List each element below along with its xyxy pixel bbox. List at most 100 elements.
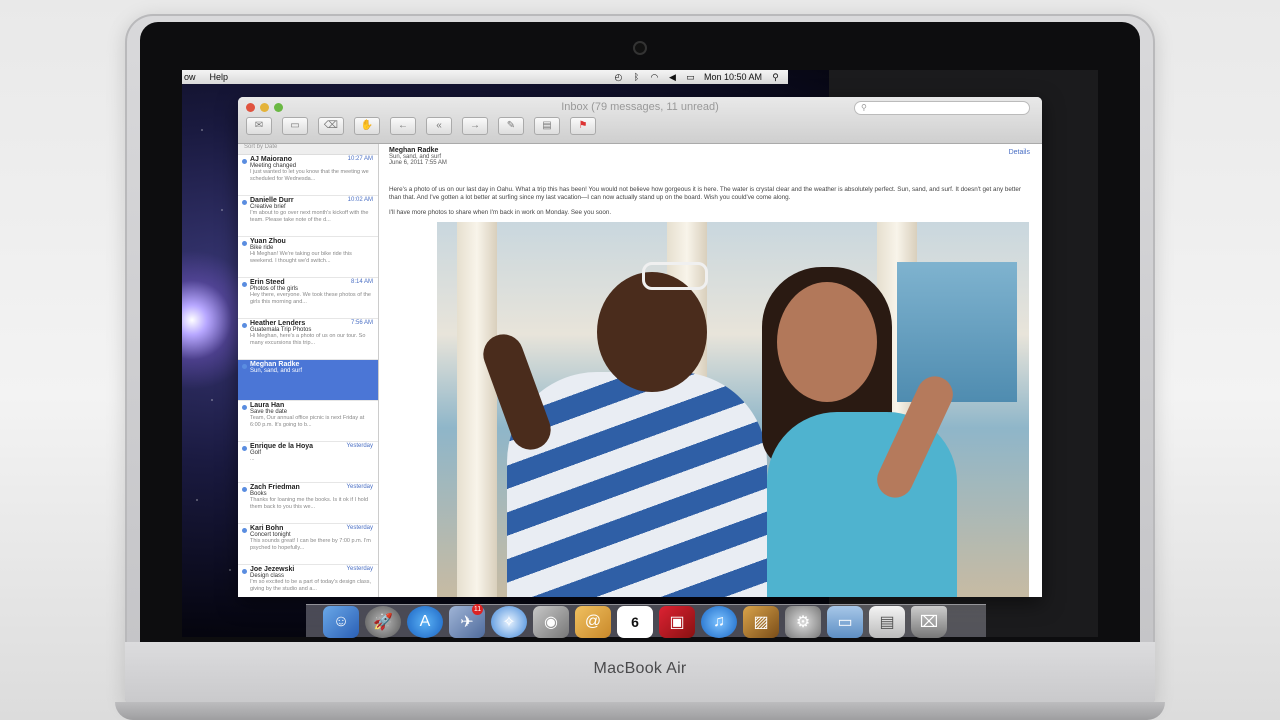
man-head <box>597 272 707 392</box>
body-paragraph: Here's a photo of us on our last day in … <box>389 186 1021 201</box>
mail-stamp-icon[interactable]: ✈ 11 <box>449 604 485 638</box>
reading-pane: Meghan Radke Sun, sand, and surf June 6,… <box>379 144 1042 597</box>
sort-header[interactable]: Sort by Date <box>238 144 378 155</box>
unread-dot-icon <box>242 569 247 574</box>
photo-pillar <box>457 222 497 597</box>
list-item[interactable]: Kari Bohn Yesterday Concert tonight This so… <box>238 524 378 565</box>
list-item[interactable]: Danielle Durr 10:02 AM Creative brief I'm a… <box>238 196 378 237</box>
unread-dot-icon <box>242 405 247 410</box>
list-item-time: Yesterday <box>346 443 373 449</box>
attached-photo[interactable] <box>437 222 1029 597</box>
unread-dot-icon <box>242 446 247 451</box>
dock-icons: ☺ 🚀 A ✈ 11 ✧ ◉ @ 6 ▣ ♫ ▨ ⚙ ▭ ▤ ⌧ <box>323 604 947 638</box>
junk-button[interactable]: ✋ <box>354 117 380 135</box>
list-item-from: Laura Han <box>250 402 285 409</box>
message-date: June 6, 2011 7:55 AM <box>389 160 447 166</box>
message-from: Meghan Radke <box>389 147 439 154</box>
body-paragraph: I'll have more photos to share when I'm … <box>389 209 612 216</box>
delete-button[interactable]: ⌫ <box>318 117 344 135</box>
list-item-time: Yesterday <box>346 484 373 490</box>
list-item-preview: ... <box>250 456 255 462</box>
menu-help[interactable]: Help <box>210 72 229 82</box>
man-shirt <box>507 372 767 597</box>
documents-icon[interactable]: ▤ <box>869 606 905 638</box>
safari-icon[interactable]: ✧ <box>491 606 527 638</box>
photo-window <box>897 262 1017 402</box>
time-machine-icon[interactable]: ◴ <box>614 72 623 82</box>
laptop-base <box>115 702 1165 720</box>
list-item[interactable]: Yuan Zhou Bike ride Hi Meghan! We're takin… <box>238 237 378 278</box>
menu-bar: ow Help ◴ ᛒ ◠ ◀ ▭ Mon 10:50 AM ⚲ <box>182 70 788 84</box>
mail-badge: 11 <box>472 604 483 615</box>
volume-icon[interactable]: ◀ <box>668 72 677 82</box>
launchpad-icon[interactable]: 🚀 <box>365 606 401 638</box>
message-body: Here's a photo of us on our last day in … <box>389 186 1029 224</box>
list-item-preview: Thanks for loaning me the books. Is it o… <box>250 497 369 510</box>
itunes-icon[interactable]: ♫ <box>701 606 737 638</box>
message-header: Meghan Radke Sun, sand, and surf June 6,… <box>389 147 447 166</box>
system-preferences-icon[interactable]: ⚙ <box>785 606 821 638</box>
list-item[interactable]: Joe Jezewski Yesterday Design class I'm so … <box>238 565 378 597</box>
list-item-preview: I just wanted to let you know that the m… <box>250 169 369 182</box>
list-item-preview: Hey there, everyone. We took these photo… <box>250 292 371 305</box>
menu-window[interactable]: ow <box>184 72 196 82</box>
reply-button[interactable]: ← <box>390 117 416 135</box>
app-store-icon[interactable]: A <box>407 606 443 638</box>
wifi-icon[interactable]: ◠ <box>650 72 659 82</box>
list-item[interactable]: Erin Steed 8:14 AM Photos of the girls Hey … <box>238 278 378 319</box>
bluetooth-icon[interactable]: ᛒ <box>632 72 641 82</box>
list-item-time: Yesterday <box>346 525 373 531</box>
forward-button[interactable]: → <box>462 117 488 135</box>
message-list: Sort by Date AJ Maiorano 10:27 AM Meeting … <box>238 144 379 597</box>
list-item[interactable]: Enrique de la Hoya Yesterday Golf... <box>238 442 378 483</box>
list-item-preview: Hi Meghan! We're taking our bike ride th… <box>250 251 352 264</box>
search-input[interactable]: ⚲ <box>854 101 1030 115</box>
list-item[interactable]: Heather Lenders 7:56 AM Guatemala Trip Pho… <box>238 319 378 360</box>
unread-dot-icon <box>242 241 247 246</box>
list-item-from: Meghan Radke <box>250 361 300 368</box>
woman-head <box>777 282 877 402</box>
screen: ow Help ◴ ᛒ ◠ ◀ ▭ Mon 10:50 AM ⚲ Inbox (… <box>182 70 1098 637</box>
list-item[interactable]: Laura Han Save the date Team, Our annual o… <box>238 401 378 442</box>
finder-icon[interactable]: ☺ <box>323 606 359 638</box>
device-brand: MacBook Air <box>593 660 687 677</box>
battery-icon[interactable]: ▭ <box>686 72 695 82</box>
reply-all-button[interactable]: « <box>426 117 452 135</box>
calendar-icon[interactable]: 6 <box>617 606 653 638</box>
flag-button[interactable]: ⚑ <box>570 117 596 135</box>
list-item-preview: I'm so excited to be a part of today's d… <box>250 579 372 592</box>
unread-dot-icon <box>242 364 247 369</box>
trash-icon[interactable]: ⌧ <box>911 606 947 638</box>
list-item-preview: Team, Our annual office picnic is next F… <box>250 415 365 428</box>
list-item-preview: Hi Meghan, here's a photo of us on our t… <box>250 333 366 346</box>
list-item-preview: This sounds great! I can be there by 7:0… <box>250 538 371 551</box>
unread-dot-icon <box>242 200 247 205</box>
facetime-icon[interactable]: ◉ <box>533 606 569 638</box>
camera-icon <box>635 43 645 53</box>
spotlight-icon[interactable]: ⚲ <box>771 72 780 82</box>
list-item-time: 8:14 AM <box>350 279 373 285</box>
photo-booth-icon[interactable]: ▣ <box>659 606 695 638</box>
list-item[interactable]: AJ Maiorano 10:27 AM Meeting changed I just… <box>238 155 378 196</box>
list-item-time: 10:02 AM <box>347 197 373 203</box>
unread-dot-icon <box>242 159 247 164</box>
new-message-button[interactable]: ✎ <box>498 117 524 135</box>
unread-dot-icon <box>242 528 247 533</box>
folder-icon[interactable]: ▭ <box>827 606 863 638</box>
window-titlebar: Inbox (79 messages, 11 unread) ⚲ ✉ ▭ ⌫ ✋… <box>238 97 1042 144</box>
menubar-clock[interactable]: Mon 10:50 AM <box>704 72 762 82</box>
unread-dot-icon <box>242 487 247 492</box>
sunglasses <box>642 262 708 290</box>
unread-dot-icon <box>242 323 247 328</box>
list-item-preview: I'm about to go over next month's kickof… <box>250 210 369 223</box>
address-book-icon[interactable]: @ <box>575 606 611 638</box>
note-button[interactable]: ▤ <box>534 117 560 135</box>
details-link[interactable]: Details <box>1009 149 1030 156</box>
get-mail-button[interactable]: ✉ <box>246 117 272 135</box>
show-hide-button[interactable]: ▭ <box>282 117 308 135</box>
list-item-subject: Sun, sand, and surf <box>250 368 303 374</box>
list-item[interactable]: Zach Friedman Yesterday Books Thanks for lo… <box>238 483 378 524</box>
mail-window: Inbox (79 messages, 11 unread) ⚲ ✉ ▭ ⌫ ✋… <box>238 97 1042 597</box>
list-item[interactable]: Meghan Radke Sun, sand, and surf <box>238 360 378 401</box>
preview-icon[interactable]: ▨ <box>743 606 779 638</box>
